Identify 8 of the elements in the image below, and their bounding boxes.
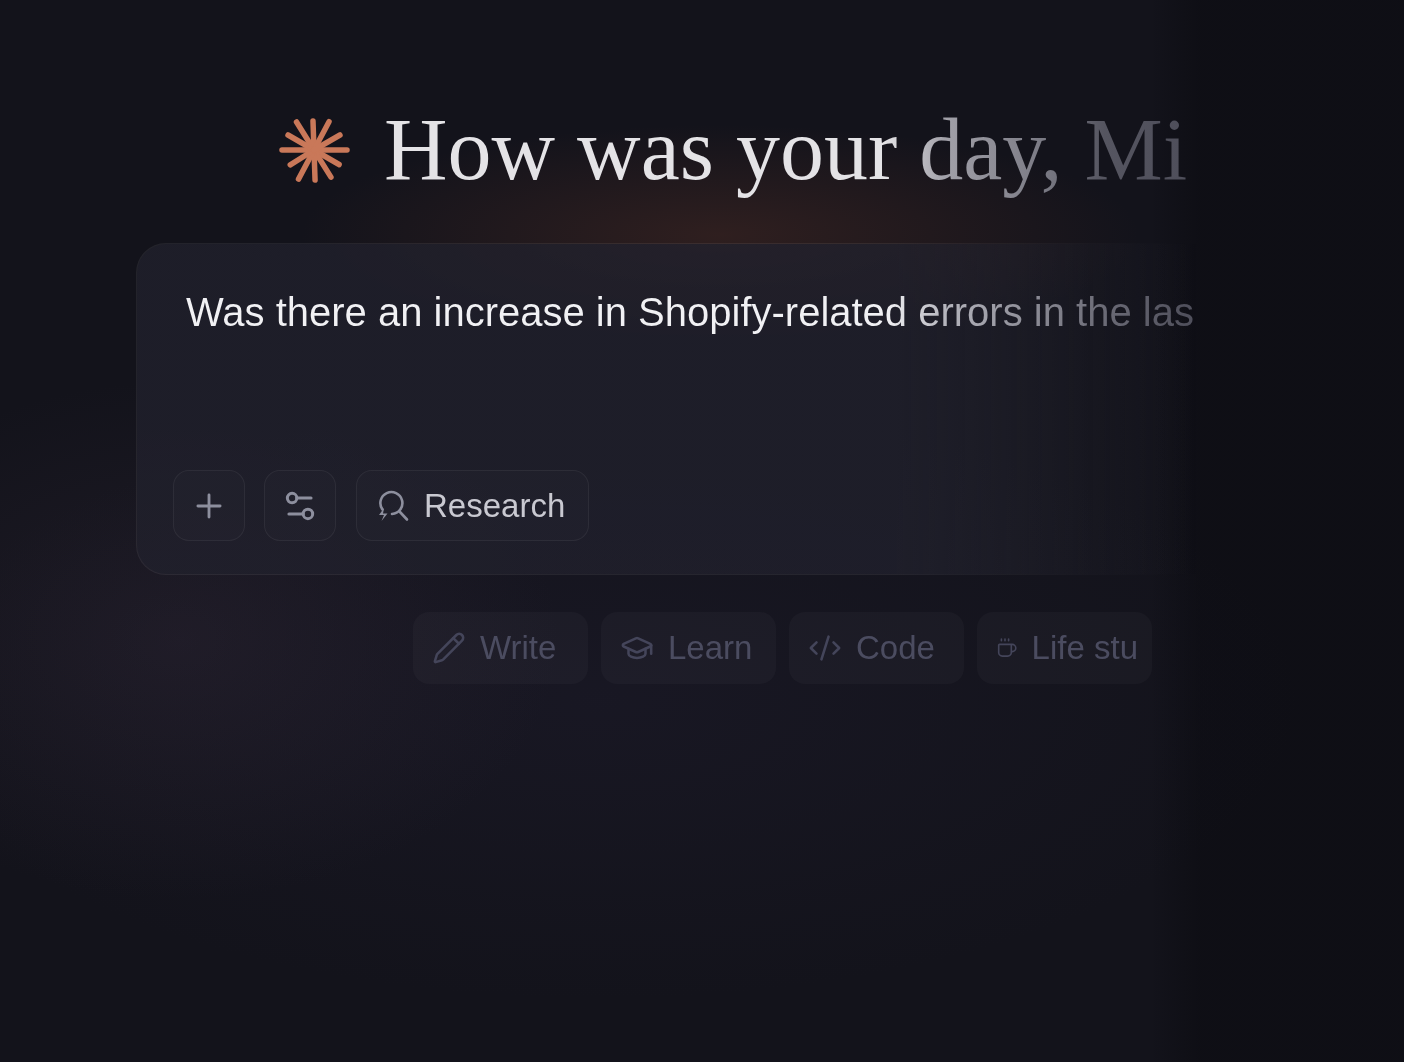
suggestion-chip[interactable]: Learn <box>601 612 776 684</box>
suggestion-chip[interactable]: Life stu <box>977 612 1152 684</box>
options-button[interactable] <box>264 470 336 541</box>
suggestion-chip[interactable]: Code <box>789 612 964 684</box>
research-button[interactable]: Research <box>356 470 590 541</box>
search-bolt-icon <box>376 488 410 523</box>
suggestion-chip[interactable]: Write <box>413 612 588 684</box>
pencil-icon <box>432 631 466 665</box>
